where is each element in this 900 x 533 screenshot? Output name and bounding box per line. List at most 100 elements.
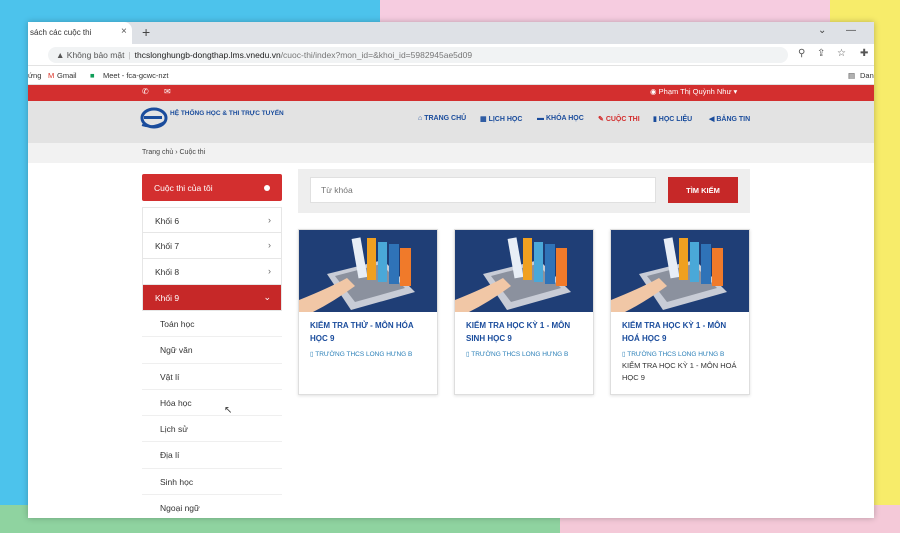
tab-bar: sách các cuộc thi × + ⌄ — bbox=[28, 22, 874, 44]
sidebar-item-grade-9[interactable]: Khối 9 ⌄ bbox=[142, 285, 282, 311]
nav-schedule[interactable]: ▦ LỊCH HỌC bbox=[480, 115, 522, 123]
card-description: KIỂM TRA HỌC KỲ 1 - MÔN HOÁ HỌC 9 bbox=[622, 360, 737, 383]
bookmarks-bar: ứng M Gmail ■ Meet - fca-gcwc-nzt ▤ Dan bbox=[28, 66, 874, 85]
mail-icon[interactable]: ✉ bbox=[164, 87, 171, 96]
school-name: TRƯỜNG THCS LONG HƯNG B bbox=[471, 350, 569, 358]
subject-item[interactable]: Địa lí bbox=[142, 442, 282, 469]
gmail-icon: M bbox=[48, 71, 55, 80]
nav-courses-label: KHÓA HỌC bbox=[545, 115, 584, 122]
bookmark-gmail[interactable]: Gmail bbox=[57, 71, 77, 80]
contest-card[interactable]: KIỂM TRA HỌC KỲ 1 - MÔN SINH HỌC 9 ▯ TRƯ… bbox=[454, 229, 594, 395]
card-image bbox=[455, 230, 593, 312]
browser-window: sách các cuộc thi × + ⌄ — ▲ Không bảo mậ… bbox=[28, 22, 874, 518]
share-icon[interactable]: ⇪ bbox=[817, 48, 825, 59]
search-button[interactable]: TÌM KIẾM bbox=[668, 177, 738, 203]
chevron-right-icon: › bbox=[268, 240, 271, 250]
chevron-down-icon[interactable]: ⌄ bbox=[818, 25, 826, 36]
sidebar-item-grade-7[interactable]: Khối 7 › bbox=[142, 233, 282, 259]
grade-label: Khối 6 bbox=[155, 216, 180, 226]
grade-label: Khối 7 bbox=[155, 241, 180, 251]
new-tab-button[interactable]: + bbox=[142, 24, 150, 40]
logo-icon[interactable] bbox=[140, 107, 168, 129]
user-icon: ◉ bbox=[650, 87, 659, 96]
search-panel: TÌM KIẾM bbox=[298, 169, 750, 213]
subject-item[interactable]: Ngữ văn bbox=[142, 337, 282, 364]
laptop-books-icon bbox=[455, 230, 593, 312]
card-title[interactable]: KIỂM TRA HỌC KỲ 1 - MÔN SINH HỌC 9 bbox=[455, 312, 593, 346]
subject-item[interactable]: Vật lí bbox=[142, 364, 282, 390]
subject-item[interactable]: Lịch sử bbox=[142, 416, 282, 443]
bookmark-right[interactable]: Dan bbox=[860, 71, 874, 80]
laptop-books-icon bbox=[299, 230, 437, 312]
mouse-cursor-icon: ↖ bbox=[224, 405, 233, 416]
my-contests-button[interactable]: Cuộc thi của tôi bbox=[142, 174, 282, 201]
card-school: ▯ TRƯỜNG THCS LONG HƯNG B bbox=[611, 346, 749, 358]
close-tab-icon[interactable]: × bbox=[121, 26, 127, 37]
nav-schedule-label: LỊCH HỌC bbox=[488, 116, 523, 123]
card-school: ▯ TRƯỜNG THCS LONG HƯNG B bbox=[299, 346, 437, 358]
subject-item[interactable]: Hóa học bbox=[142, 390, 282, 417]
address-bar: ▲ Không bảo mật | thcslonghungb-dongthap.l… bbox=[28, 44, 874, 66]
subject-item[interactable]: Sinh học bbox=[142, 469, 282, 496]
url-path: /cuoc-thi/index?mon_id=&khoi_id=5982945a… bbox=[280, 50, 473, 60]
card-description bbox=[455, 358, 593, 360]
warning-icon: ▲ bbox=[56, 50, 67, 60]
laptop-books-icon bbox=[611, 230, 749, 312]
minimize-icon[interactable]: — bbox=[846, 25, 856, 36]
phone-icon[interactable]: ✆ bbox=[142, 87, 149, 96]
nav-news-label: BẢNG TIN bbox=[716, 116, 751, 123]
search-input[interactable] bbox=[310, 177, 656, 203]
main-content: Cuộc thi của tôi Khối 6 › Khối 7 › Khối 8 ›… bbox=[28, 163, 874, 518]
grade-label: Khối 8 bbox=[155, 267, 180, 277]
nav-courses[interactable]: ▬ KHÓA HỌC bbox=[537, 115, 584, 122]
contest-card[interactable]: KIỂM TRA HỌC KỲ 1 - MÔN HOÁ HỌC 9 ▯ TRƯỜ… bbox=[610, 229, 750, 395]
browser-tab[interactable]: sách các cuộc thi × bbox=[28, 22, 132, 44]
logo-text[interactable]: HỆ THỐNG HỌC & THI TRỰC TUYẾN bbox=[170, 110, 284, 117]
breadcrumb-home[interactable]: Trang chủ bbox=[142, 149, 173, 156]
school-name: TRƯỜNG THCS LONG HƯNG B bbox=[627, 350, 725, 358]
extensions-icon[interactable]: ✚ bbox=[860, 48, 868, 59]
zoom-icon[interactable]: ⚲ bbox=[798, 48, 805, 59]
nav-materials-label: HỌC LIỆU bbox=[658, 116, 693, 123]
card-image bbox=[611, 230, 749, 312]
url-host: thcslonghungb-dongthap.lms.vnedu.vn bbox=[134, 50, 281, 60]
grade-label: Khối 9 bbox=[155, 293, 180, 303]
chevron-right-icon: › bbox=[268, 266, 271, 276]
chevron-down-icon: ⌄ bbox=[263, 292, 271, 302]
card-title[interactable]: KIỂM TRA THỬ - MÔN HÓA HỌC 9 bbox=[299, 312, 437, 346]
card-title[interactable]: KIỂM TRA HỌC KỲ 1 - MÔN HOÁ HỌC 9 bbox=[611, 312, 749, 346]
omnibox[interactable]: ▲ Không bảo mật | thcslonghungb-dongthap.l… bbox=[48, 47, 788, 63]
my-contests-label: Cuộc thi của tôi bbox=[154, 183, 213, 193]
subject-item[interactable]: Ngoại ngữ bbox=[142, 495, 282, 518]
security-status: Không bảo mật bbox=[66, 50, 125, 60]
chevron-right-icon: › bbox=[268, 215, 271, 225]
nav-materials[interactable]: ▮ HỌC LIỆU bbox=[653, 115, 692, 123]
sidebar-list: Khối 6 › Khối 7 › Khối 8 › Khối 9 ⌄ Toán học… bbox=[142, 207, 282, 518]
card-description bbox=[299, 358, 437, 360]
sidebar-item-grade-6[interactable]: Khối 6 › bbox=[142, 207, 282, 233]
meet-icon: ■ bbox=[90, 71, 95, 80]
breadcrumb: Trang chủ › Cuộc thi bbox=[28, 143, 874, 163]
bookmark-item[interactable]: ứng bbox=[28, 71, 41, 80]
card-image bbox=[299, 230, 437, 312]
star-icon[interactable]: ☆ bbox=[837, 48, 846, 59]
nav-contests[interactable]: ✎ CUỘC THI bbox=[598, 115, 640, 123]
card-school: ▯ TRƯỜNG THCS LONG HƯNG B bbox=[455, 346, 593, 358]
school-name: TRƯỜNG THCS LONG HƯNG B bbox=[315, 350, 413, 358]
nav-news[interactable]: ◀ BẢNG TIN bbox=[709, 115, 750, 123]
divider: | bbox=[128, 50, 131, 60]
sidebar-item-grade-8[interactable]: Khối 8 › bbox=[142, 259, 282, 285]
user-name: Phạm Thị Quỳnh Như ▾ bbox=[658, 87, 738, 96]
site-topbar: ✆ ✉ ◉ Phạm Thị Quỳnh Như ▾ bbox=[28, 85, 874, 101]
subject-item[interactable]: Toán học bbox=[142, 311, 282, 338]
nav-home[interactable]: ⌂ TRANG CHỦ bbox=[418, 115, 466, 122]
bookmark-folder-icon: ▤ bbox=[848, 71, 856, 80]
toggle-dot-icon bbox=[264, 185, 270, 191]
contest-card[interactable]: KIỂM TRA THỬ - MÔN HÓA HỌC 9 ▯ TRƯỜNG TH… bbox=[298, 229, 438, 395]
breadcrumb-current: Cuộc thi bbox=[179, 149, 206, 156]
nav-contests-label: CUỘC THI bbox=[605, 116, 640, 123]
tab-title: sách các cuộc thi bbox=[30, 28, 92, 37]
bookmark-meet[interactable]: Meet - fca-gcwc-nzt bbox=[103, 71, 168, 80]
user-menu[interactable]: ◉ Phạm Thị Quỳnh Như ▾ bbox=[650, 87, 737, 96]
nav-home-label: TRANG CHỦ bbox=[424, 115, 467, 122]
